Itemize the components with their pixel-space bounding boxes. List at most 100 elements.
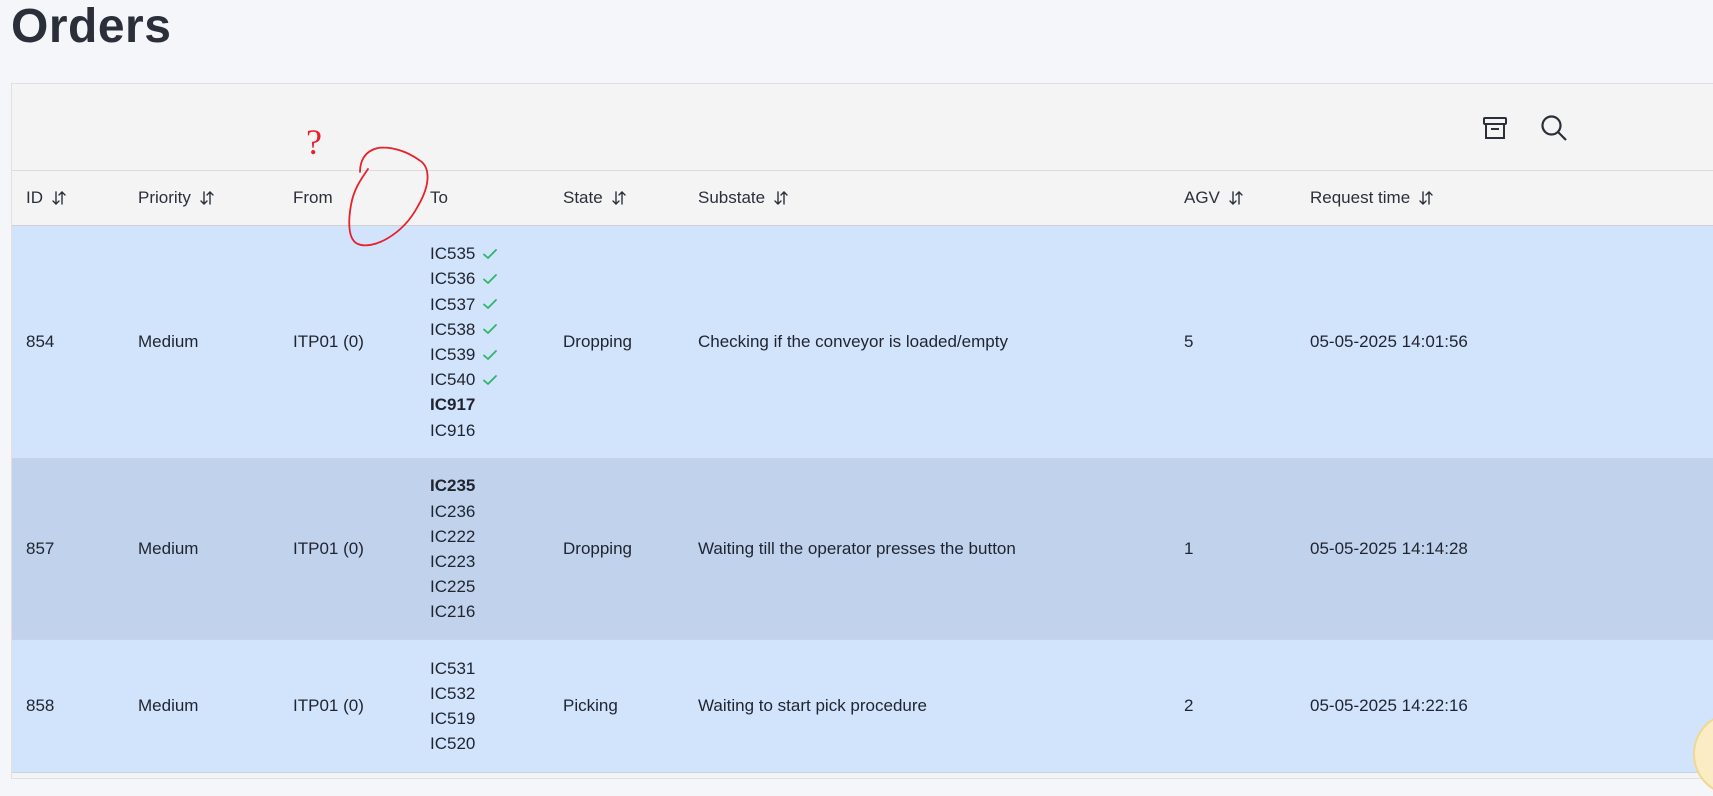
page-title: Orders [11,0,172,53]
cell-id: 857 [26,539,55,558]
table-header: ID Priority From To State Substate AGV Request … [12,170,1713,226]
sort-icon[interactable] [1417,189,1435,207]
column-label: ID [26,188,43,207]
destination-name: IC536 [430,269,476,289]
cell-agv: 2 [1184,696,1194,715]
checkmark-icon [482,348,498,362]
destination-item: IC540 [430,367,498,392]
destination-item: IC519 [430,706,475,731]
destination-item: IC917 [430,392,498,417]
column-label: Priority [138,188,191,207]
destination-name: IC225 [430,577,476,597]
cell-priority: Medium [138,332,199,351]
column-label: AGV [1184,188,1220,207]
destination-name: IC540 [430,370,476,390]
column-label: Request time [1310,188,1411,207]
sort-icon[interactable] [1227,189,1245,207]
destination-item: IC535 [430,241,498,266]
destination-name: IC539 [430,345,476,364]
table-row[interactable]: 858 Medium ITP01 (0) Picking Waiting to star… [12,640,1713,773]
cell-id: 858 [26,696,55,715]
cell-to: IC531 IC532 IC519 IC520 [430,640,475,772]
destination-name: IC223 [430,552,476,571]
destination-name: IC222 [430,526,476,546]
destination-item: IC538 [430,317,498,342]
column-header-request-time[interactable]: Request time [1310,171,1435,225]
destination-name: IC537 [430,294,476,314]
cell-from: ITP01 (0) [293,332,364,351]
column-label: From [293,188,333,207]
destination-name: IC916 [430,420,476,440]
destination-name: IC538 [430,319,476,339]
column-header-priority[interactable]: Priority [138,171,216,225]
column-label: Substate [698,188,766,207]
destination-name: IC236 [430,501,476,521]
destination-item: IC536 [430,266,498,291]
table-toolbar [12,84,1713,170]
destination-name: IC531 [430,658,476,678]
destination-list: IC531 IC532 IC519 IC520 [430,656,475,757]
cell-substate: Checking if the conveyor is loaded/empty [698,332,1008,351]
destination-name: IC519 [430,709,476,728]
orders-card: ID Priority From To State Substate AGV Request … [11,83,1713,779]
cell-state: Dropping [563,539,632,558]
destination-item: IC916 [430,418,498,443]
sort-icon[interactable] [772,189,790,207]
destination-item: IC531 [430,656,475,681]
destination-item: IC520 [430,731,475,756]
destination-item: IC532 [430,681,475,706]
sort-icon[interactable] [610,189,628,207]
cell-request-time: 05-05-2025 14:22:16 [1310,696,1468,715]
destination-item: IC539 [430,342,498,367]
destination-item: IC216 [430,599,475,624]
cell-agv: 1 [1184,539,1194,558]
destination-item: IC537 [430,292,498,317]
cell-substate: Waiting till the operator presses the bu… [698,539,1016,558]
destination-name: IC532 [430,683,476,703]
column-label: To [430,188,448,207]
cell-to: IC235 IC236 IC222 IC223 IC225 IC216 [430,459,475,639]
search-icon[interactable] [1539,113,1569,143]
cell-state: Dropping [563,332,632,351]
cell-from: ITP01 (0) [293,696,364,715]
checkmark-icon [482,322,498,336]
destination-name: IC216 [430,602,476,622]
column-header-to: To [430,171,448,225]
column-label: State [563,188,603,207]
cell-to: IC535 IC536 IC537 IC538 IC539 IC540 IC917 IC916 [430,226,498,458]
destination-name: IC535 [430,244,476,264]
sort-icon[interactable] [198,189,216,207]
destination-item: IC236 [430,499,475,524]
cell-request-time: 05-05-2025 14:01:56 [1310,332,1468,351]
checkmark-icon [482,247,498,261]
destination-list: IC235 IC236 IC222 IC223 IC225 IC216 [430,473,475,624]
destination-item: IC235 [430,473,475,498]
cell-agv: 5 [1184,332,1194,351]
cell-request-time: 05-05-2025 14:14:28 [1310,539,1468,558]
destination-item: IC223 [430,549,475,574]
destination-name: IC520 [430,734,476,754]
column-header-id[interactable]: ID [26,171,68,225]
column-header-substate[interactable]: Substate [698,171,790,225]
cell-priority: Medium [138,696,199,715]
checkmark-icon [482,272,498,286]
archive-icon[interactable] [1480,113,1510,143]
column-header-agv[interactable]: AGV [1184,171,1245,225]
column-header-from: From [293,171,333,225]
destination-name: IC235 [430,476,476,496]
destination-list: IC535 IC536 IC537 IC538 IC539 IC540 IC917 IC916 [430,241,498,443]
cell-state: Picking [563,696,618,715]
column-header-state[interactable]: State [563,171,628,225]
checkmark-icon [482,297,498,311]
sort-icon[interactable] [50,189,68,207]
orders-table: ID Priority From To State Substate AGV Request … [12,170,1713,773]
cell-substate: Waiting to start pick procedure [698,696,927,715]
cell-from: ITP01 (0) [293,539,364,558]
destination-item: IC225 [430,574,475,599]
destination-item: IC222 [430,524,475,549]
destination-name: IC917 [430,395,476,415]
table-row[interactable]: 854 Medium ITP01 (0) Dropping Checking if th… [12,226,1713,459]
cell-id: 854 [26,332,55,351]
cell-priority: Medium [138,539,199,558]
table-row[interactable]: 857 Medium ITP01 (0) Dropping Waiting till t… [12,459,1713,640]
